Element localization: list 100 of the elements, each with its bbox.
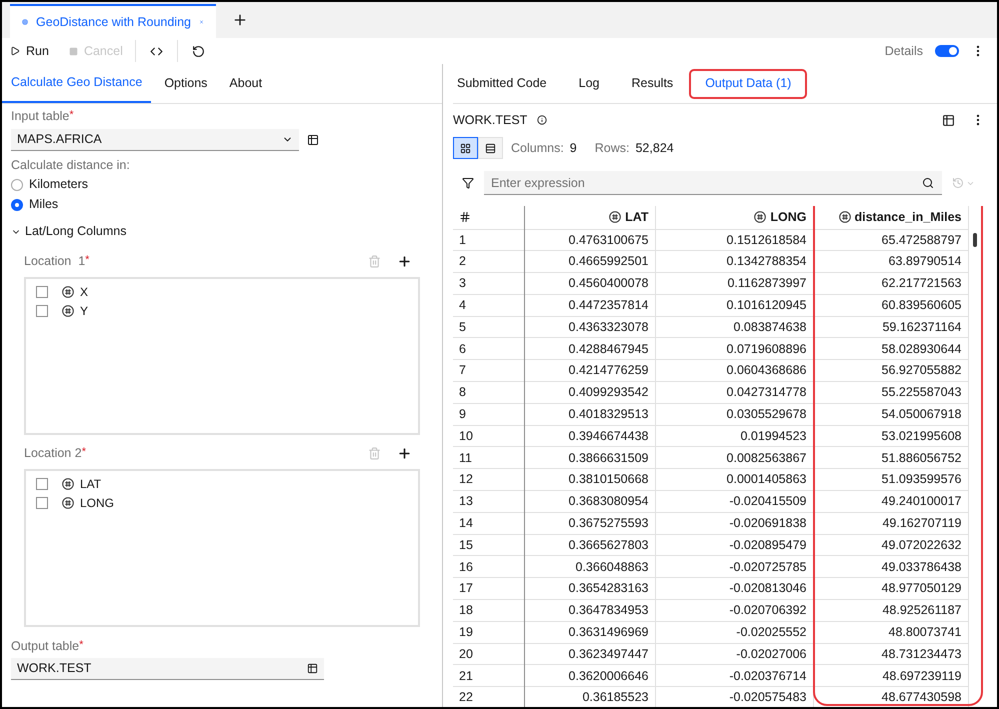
column-name: Y bbox=[80, 303, 88, 320]
output-tab[interactable]: Log bbox=[562, 68, 616, 98]
table-cell: 0.4763100675 bbox=[524, 229, 655, 251]
row-number: 12 bbox=[453, 468, 524, 491]
input-table-dropdown[interactable]: MAPS.AFRICA bbox=[11, 128, 299, 151]
table-cell: 0.4214776259 bbox=[524, 360, 655, 382]
table-cell: 60.839560605 bbox=[813, 294, 968, 316]
checkbox[interactable] bbox=[36, 286, 48, 298]
table-cell: 0.366048863 bbox=[524, 556, 655, 578]
record-view-button[interactable] bbox=[478, 137, 503, 159]
reset-icon[interactable] bbox=[192, 44, 205, 58]
row-number: 21 bbox=[453, 664, 524, 687]
column-name: LONG bbox=[80, 495, 114, 512]
table-cell: 0.0604368686 bbox=[655, 360, 813, 382]
table-cell: -0.020895479 bbox=[655, 534, 813, 556]
row-number: 15 bbox=[453, 534, 524, 556]
panel-tab[interactable]: Calculate Geo Distance bbox=[2, 64, 152, 103]
table-cell: 48.731234473 bbox=[813, 643, 968, 665]
code-icon[interactable] bbox=[150, 44, 163, 58]
table-cell: -0.02025552 bbox=[655, 621, 813, 644]
table-cell: 0.4665992501 bbox=[524, 250, 655, 273]
output-tab[interactable]: Submitted Code bbox=[453, 68, 563, 98]
output-tab[interactable]: Output Data (1) bbox=[689, 68, 808, 98]
numeric-icon bbox=[62, 305, 74, 317]
table-cell: 49.072022632 bbox=[813, 534, 968, 556]
table-cell: 0.4560400078 bbox=[524, 272, 655, 294]
columns-icon[interactable] bbox=[942, 114, 955, 126]
checkbox[interactable] bbox=[36, 305, 48, 317]
rows-count: 52,824 bbox=[635, 140, 674, 157]
new-tab-icon[interactable] bbox=[232, 12, 248, 28]
table-cell: 0.0082563867 bbox=[655, 446, 813, 469]
table-cell: 0.01994523 bbox=[655, 425, 813, 447]
row-number: 7 bbox=[453, 360, 524, 382]
add-icon[interactable] bbox=[397, 254, 412, 269]
table-cell: -0.02027006 bbox=[655, 643, 813, 665]
table-cell: -0.020376714 bbox=[655, 664, 813, 687]
table-cell: 0.3675275593 bbox=[524, 512, 655, 534]
scrollbar[interactable] bbox=[973, 233, 977, 247]
run-button[interactable]: Run bbox=[2, 42, 57, 60]
dataset-name: WORK.TEST bbox=[453, 112, 528, 129]
checkbox[interactable] bbox=[36, 478, 48, 490]
units-label: Calculate distance in: bbox=[11, 156, 130, 174]
column-header[interactable]: LONG bbox=[655, 206, 813, 229]
table-cell: 0.3631496969 bbox=[524, 621, 655, 644]
table-cell: -0.020725785 bbox=[655, 556, 813, 578]
location-label: Location 2 bbox=[24, 445, 82, 462]
table-cell: -0.020575483 bbox=[655, 686, 813, 707]
details-toggle[interactable] bbox=[935, 45, 959, 57]
row-number: 11 bbox=[453, 446, 524, 469]
table-cell: 51.093599576 bbox=[813, 468, 968, 491]
document-tab[interactable]: GeoDistance with Rounding bbox=[10, 4, 216, 38]
column-header[interactable]: LAT bbox=[524, 206, 655, 229]
table-cell: 63.89790514 bbox=[813, 250, 968, 273]
row-number: 4 bbox=[453, 294, 524, 316]
table-cell: 0.3620006646 bbox=[524, 664, 655, 687]
table-cell: 0.3946674438 bbox=[524, 425, 655, 447]
info-icon[interactable] bbox=[537, 115, 548, 125]
table-cell: 0.1162873997 bbox=[655, 272, 813, 294]
table-browse-icon[interactable] bbox=[307, 134, 319, 146]
numeric-icon bbox=[838, 211, 850, 224]
numeric-icon bbox=[62, 497, 74, 509]
table-cell: 0.1016120945 bbox=[655, 294, 813, 316]
radio-button[interactable] bbox=[11, 178, 23, 190]
row-number: 3 bbox=[453, 272, 524, 294]
table-cell: 0.3866631509 bbox=[524, 446, 655, 469]
details-label: Details bbox=[884, 42, 923, 60]
row-number: 19 bbox=[453, 621, 524, 644]
table-cell: 62.217721563 bbox=[813, 272, 968, 294]
rows-label: Rows: bbox=[594, 140, 630, 157]
table-cell: -0.020691838 bbox=[655, 512, 813, 534]
grid-view-button[interactable] bbox=[453, 137, 478, 159]
flow-icon bbox=[22, 16, 28, 28]
section-title[interactable]: Lat/Long Columns bbox=[25, 222, 126, 241]
table-cell: 0.3810150668 bbox=[524, 468, 655, 491]
table-cell: 0.4099293542 bbox=[524, 382, 655, 404]
table-cell: 48.925261187 bbox=[813, 600, 968, 622]
table-cell: 0.3654283163 bbox=[524, 578, 655, 600]
output-tab[interactable]: Results bbox=[616, 68, 690, 98]
table-cell: 56.927055882 bbox=[813, 360, 968, 382]
output-table-field[interactable]: WORK.TEST bbox=[11, 658, 324, 680]
panel-tab[interactable]: Options bbox=[155, 64, 216, 103]
checkbox[interactable] bbox=[36, 497, 48, 509]
required-marker: * bbox=[85, 253, 90, 268]
table-cell: 0.4363323078 bbox=[524, 316, 655, 338]
table-cell: 49.240100017 bbox=[813, 490, 968, 512]
expression-field[interactable]: Enter expression bbox=[484, 171, 942, 195]
add-icon[interactable] bbox=[397, 446, 412, 461]
column-header[interactable]: distance_in_Miles bbox=[813, 206, 968, 229]
row-number: 17 bbox=[453, 578, 524, 600]
table-cell: 0.3647834953 bbox=[524, 600, 655, 622]
table-cell: 48.697239119 bbox=[813, 664, 968, 687]
table-cell: 65.472588797 bbox=[813, 229, 968, 251]
filter-icon[interactable] bbox=[462, 177, 474, 189]
table-cell: -0.020813046 bbox=[655, 578, 813, 600]
panel-tab[interactable]: About bbox=[220, 64, 272, 103]
table-cell: 0.3665627803 bbox=[524, 534, 655, 556]
table-cell: 0.0305529678 bbox=[655, 403, 813, 426]
row-number: 5 bbox=[453, 316, 524, 338]
table-browse-icon[interactable] bbox=[307, 663, 318, 674]
radio-button[interactable] bbox=[11, 198, 23, 210]
